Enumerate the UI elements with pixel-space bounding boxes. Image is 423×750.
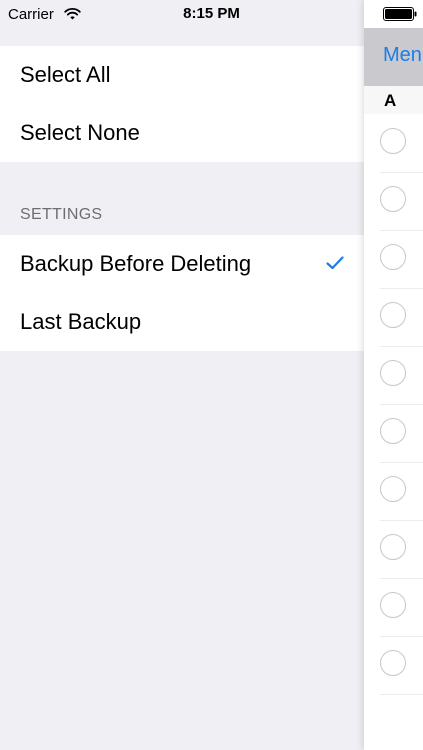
index-letter: A — [384, 91, 397, 110]
row-divider — [380, 462, 423, 463]
settings-section-header: SETTINGS — [20, 206, 103, 223]
select-circle-icon[interactable] — [380, 302, 406, 328]
select-circle-icon[interactable] — [380, 186, 406, 212]
select-circle-icon[interactable] — [380, 650, 406, 676]
select-circle-icon[interactable] — [380, 128, 406, 154]
row-divider — [380, 230, 423, 231]
select-all-label: Select All — [20, 62, 111, 87]
select-none-row[interactable]: Select None — [0, 104, 364, 162]
row-divider — [380, 346, 423, 347]
last-backup-row[interactable]: Last Backup — [0, 293, 364, 351]
select-circle-icon[interactable] — [380, 418, 406, 444]
menu-button[interactable]: Menu — [383, 44, 423, 67]
content-panel[interactable]: Menu A — [364, 0, 423, 750]
actions-group: Select All Select None — [0, 46, 364, 162]
nav-bar: Menu — [364, 28, 423, 86]
index-section-header: A — [364, 86, 423, 114]
select-circle-icon[interactable] — [380, 244, 406, 270]
row-divider — [380, 404, 423, 405]
select-circle-icon[interactable] — [380, 360, 406, 386]
checkmark-icon — [326, 256, 344, 270]
row-divider — [380, 520, 423, 521]
row-divider — [380, 172, 423, 173]
row-divider — [380, 288, 423, 289]
select-circle-icon[interactable] — [380, 592, 406, 618]
menu-panel: Carrier Select All Select None SETTINGS … — [0, 0, 364, 750]
backup-before-deleting-label: Backup Before Deleting — [20, 251, 252, 276]
backup-before-deleting-row[interactable]: Backup Before Deleting — [0, 235, 364, 293]
row-divider — [380, 694, 423, 695]
select-none-label: Select None — [20, 120, 140, 145]
last-backup-label: Last Backup — [20, 309, 142, 334]
status-time: 8:15 PM — [183, 5, 240, 22]
battery-icon — [383, 7, 417, 21]
select-circle-icon[interactable] — [380, 476, 406, 502]
settings-group: Backup Before Deleting Last Backup — [0, 235, 364, 351]
row-divider — [380, 636, 423, 637]
row-divider — [380, 578, 423, 579]
select-all-row[interactable]: Select All — [0, 46, 364, 104]
select-circle-icon[interactable] — [380, 534, 406, 560]
